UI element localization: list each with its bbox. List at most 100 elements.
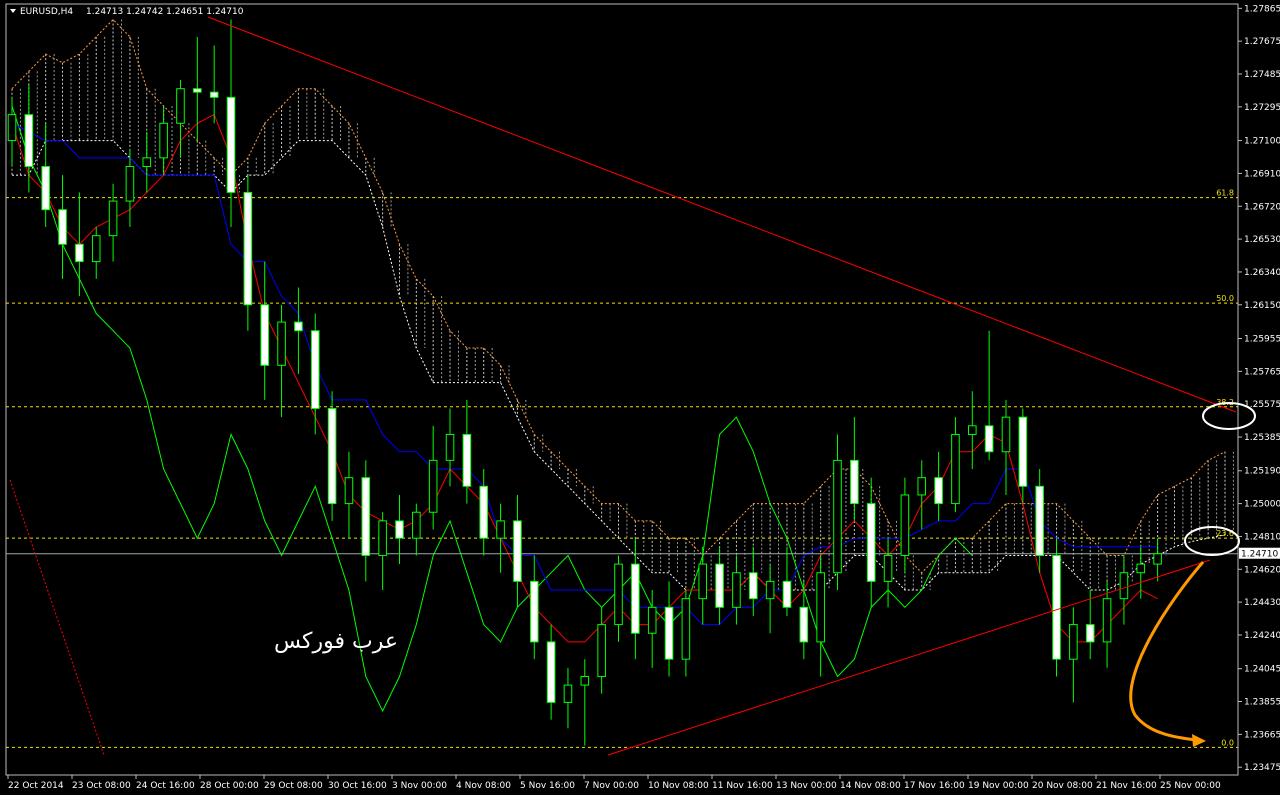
candle-body-bull [277, 321, 286, 366]
candle-body-bear [748, 572, 758, 600]
x-tick-label: 3 Nov 00:00 [392, 781, 447, 791]
candle-body-bull [563, 684, 573, 703]
candle-body-bull [1119, 572, 1129, 600]
candle-body-bull [1069, 624, 1078, 660]
candle-body-bear [1035, 485, 1044, 556]
candle-body-bear [513, 520, 522, 582]
candle-body-bear [395, 520, 404, 539]
candle-body-bear [529, 580, 539, 643]
chart-background [0, 0, 1280, 795]
candle-body-bear [41, 165, 50, 211]
candle-body-bull [1153, 553, 1162, 565]
candle-body-bear [75, 243, 84, 263]
candle-body-bear [327, 408, 337, 505]
candle-body-bull [968, 425, 977, 435]
candle-body-bull [816, 572, 825, 643]
y-tick-label: 1.25000 [1244, 500, 1280, 510]
y-tick-label: 1.24430 [1244, 598, 1280, 608]
y-tick-label: 1.25190 [1244, 467, 1280, 477]
x-tick-label: 10 Nov 08:00 [648, 781, 709, 791]
candle-body-bull [176, 88, 185, 124]
x-tick-label: 22 Oct 2014 [8, 781, 64, 791]
y-tick-label: 1.27485 [1244, 70, 1280, 80]
candle-body-bull [378, 520, 387, 556]
candle-body-bull [681, 598, 691, 660]
candle-body-bull [580, 675, 590, 686]
x-tick-label: 11 Nov 16:00 [712, 781, 773, 791]
candle-body-bull [883, 554, 893, 582]
candle-body-bear [260, 304, 269, 366]
x-tick-label: 23 Oct 08:00 [72, 781, 131, 791]
y-tick-label: 1.25955 [1244, 335, 1280, 345]
x-tick-label: 25 Nov 00:00 [1160, 781, 1221, 791]
candle-body-bear [462, 433, 472, 487]
x-tick-label: 30 Oct 16:00 [328, 781, 387, 791]
candle-body-bear [294, 321, 303, 332]
y-tick-label: 1.26150 [1244, 301, 1280, 311]
candle-body-bull [900, 494, 910, 556]
candle-body-bull [496, 520, 505, 539]
x-tick-label: 20 Nov 08:00 [1032, 781, 1093, 791]
y-tick-label: 1.27100 [1244, 137, 1280, 147]
y-tick-label: 1.27675 [1244, 37, 1280, 47]
candle-body-bull [1102, 598, 1112, 643]
current-price-tag: 1.24710 [1239, 547, 1280, 560]
y-tick-label: 1.26340 [1244, 268, 1280, 278]
fib-label: 50.0 [1216, 294, 1234, 303]
y-tick-label: 1.27865 [1244, 4, 1280, 14]
candle-body-bull [732, 572, 741, 608]
candle-body-bull [917, 477, 927, 496]
y-tick-label: 1.23665 [1244, 730, 1280, 740]
candle-body-bull [125, 165, 135, 202]
candle-body-bear [1052, 554, 1061, 660]
candle-body-bear [546, 641, 556, 703]
y-tick-label: 1.25385 [1244, 433, 1280, 443]
candle-body-bear [1085, 624, 1095, 643]
candle-body-bull [647, 606, 657, 634]
candle-body-bear [193, 88, 202, 93]
candle-body-bull [142, 157, 152, 167]
candle-body-bull [445, 433, 455, 461]
candle-body-bull [91, 235, 101, 263]
candle-body-bull [597, 624, 606, 677]
candle-body-bull [1001, 416, 1011, 453]
candle-body-bear [850, 459, 859, 505]
candle-body-bear [1018, 416, 1028, 487]
y-tick-label: 1.24045 [1244, 665, 1280, 675]
candle-body-bear [866, 503, 876, 582]
candle-body-bull [614, 563, 623, 626]
x-tick-label: 5 Nov 16:00 [520, 781, 575, 791]
symbol-label: EURUSD,H4 [20, 7, 73, 17]
candle [1052, 538, 1061, 677]
fib-label: 61.8 [1216, 189, 1234, 198]
x-tick-label: 7 Nov 00:00 [584, 781, 639, 791]
y-tick-label: 1.24810 [1244, 532, 1280, 542]
x-tick-label: 19 Nov 00:00 [968, 781, 1029, 791]
candle-body-bull [833, 459, 842, 574]
candle-body-bull [698, 563, 708, 600]
candle-body-bear [799, 606, 809, 643]
y-tick-label: 1.26910 [1244, 169, 1280, 179]
candle-body-bull [1136, 563, 1146, 574]
y-tick-label: 1.23475 [1244, 763, 1280, 773]
x-tick-label: 14 Nov 08:00 [840, 781, 901, 791]
candle-body-bear [479, 485, 489, 539]
x-tick-label: 21 Nov 16:00 [1096, 781, 1157, 791]
candle-body-bear [58, 209, 67, 245]
price-chart[interactable]: 61.850.038.223.60.0 1.278651.276751.2748… [0, 0, 1280, 795]
candle-body-bear [243, 191, 253, 306]
chart-header: EURUSD,H4 1.24713 1.24742 1.24651 1.2471… [10, 7, 244, 17]
current-price-value: 1.24710 [1241, 550, 1278, 560]
candle-body-bear [361, 477, 371, 556]
candle-body-bull [428, 459, 438, 513]
y-tick-label: 1.24620 [1244, 565, 1280, 575]
candle-body-bear [664, 606, 674, 660]
fib-label: 0.0 [1221, 738, 1234, 747]
x-tick-label: 17 Nov 16:00 [904, 781, 965, 791]
candle-body-bull [951, 433, 960, 505]
y-tick-label: 1.27295 [1244, 103, 1280, 113]
candle-body-bull [159, 122, 168, 159]
candle-body-bull [412, 511, 421, 539]
candle-body-bear [715, 563, 724, 608]
candle-body-bear [934, 477, 943, 505]
